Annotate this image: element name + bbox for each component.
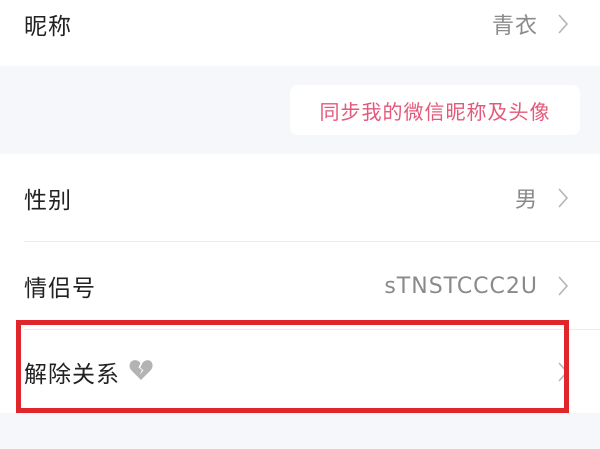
- gender-label: 性别: [24, 188, 72, 214]
- chevron-right-icon: [556, 186, 570, 210]
- nickname-value: 青衣: [491, 14, 538, 39]
- bottom-spacer: [0, 413, 600, 449]
- broken-heart-icon: [128, 358, 154, 386]
- chevron-right-icon: [556, 274, 570, 298]
- couple-id-row[interactable]: 情侣号 sTNSTCCC2U: [0, 242, 600, 330]
- couple-id-value: sTNSTCCC2U: [384, 273, 538, 299]
- chevron-right-icon: [556, 360, 570, 384]
- profile-settings-page: 昵称 青衣 同步我的微信昵称及头像 性别 男 情侣号 sTNSTCCC2U 解除…: [0, 0, 600, 449]
- unbind-label: 解除关系: [24, 361, 120, 388]
- couple-id-label: 情侣号: [24, 276, 96, 302]
- nickname-row[interactable]: 昵称 青衣: [0, 0, 600, 68]
- gender-value: 男: [514, 188, 538, 213]
- unbind-relationship-row[interactable]: 解除关系: [0, 330, 600, 413]
- sync-wechat-profile-button[interactable]: 同步我的微信昵称及头像: [290, 85, 580, 135]
- nickname-label: 昵称: [24, 14, 72, 40]
- gender-row[interactable]: 性别 男: [0, 154, 600, 242]
- chevron-right-icon: [556, 12, 570, 36]
